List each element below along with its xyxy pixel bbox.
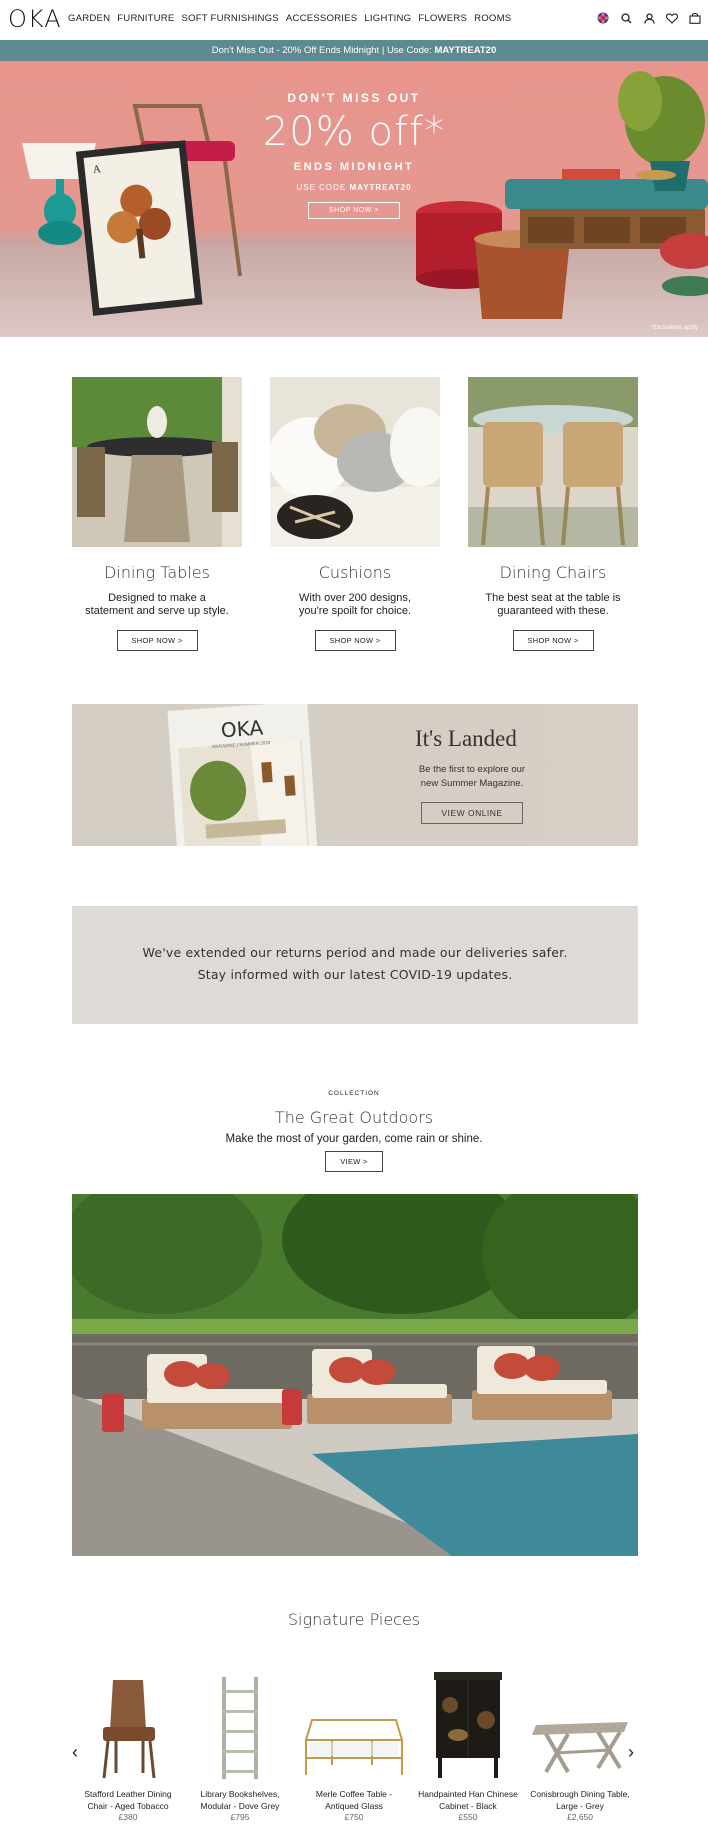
collection-kicker: COLLECTION — [328, 1090, 380, 1097]
product-name-line-2: Antiqued Glass — [325, 1801, 383, 1811]
category-card-cushions: Cushions With over 200 designs, you're sp… — [270, 377, 440, 651]
search-icon[interactable] — [619, 11, 633, 25]
view-collection-button[interactable]: VIEW > — [325, 1151, 383, 1172]
nav-item-rooms[interactable]: ROOMS — [474, 13, 511, 24]
product-name: Conisbrough Dining Table, Large - Grey — [525, 1788, 635, 1812]
hero-banner[interactable]: A DON'T MISS OUT 20% off* ENDS MIDNIGHT … — [0, 61, 708, 337]
product-name-line-2: Chair - Aged Tobacco — [87, 1801, 169, 1811]
hero-kicker: DON'T MISS OUT — [287, 91, 421, 105]
account-icon[interactable] — [642, 11, 656, 25]
dining-tables-image[interactable] — [72, 377, 242, 547]
product-name-line-1: Conisbrough Dining Table, — [530, 1789, 630, 1799]
magazine-title: It's Landed — [415, 726, 517, 751]
collection-title: The Great Outdoors — [274, 1108, 434, 1127]
product-price: £550 — [458, 1812, 478, 1822]
view-online-button[interactable]: VIEW ONLINE — [421, 802, 523, 824]
nav-item-flowers[interactable]: FLOWERS — [418, 13, 467, 24]
magazine-text: Be the first to explore our new Summer Ma… — [402, 763, 542, 791]
site-header: OKA GARDEN FURNITURE SOFT FURNISHINGS AC… — [0, 0, 708, 40]
notice-line-1: We've extended our returns period and ma… — [142, 945, 568, 960]
product-name-line-1: Library Bookshelves, — [200, 1789, 280, 1799]
category-title: Cushions — [318, 563, 392, 582]
hero-code: MAYTREAT20 — [349, 183, 412, 192]
nav-item-garden[interactable]: GARDEN — [68, 13, 110, 24]
product-name: Stafford Leather Dining Chair - Aged Toba… — [73, 1788, 183, 1812]
nav-item-furniture[interactable]: FURNITURE — [117, 13, 174, 24]
outdoors-image[interactable] — [72, 1194, 638, 1556]
product-name: Library Bookshelves, Modular - Dove Grey — [185, 1788, 295, 1812]
product-name-line-2: Cabinet - Black — [439, 1801, 497, 1811]
product-image[interactable] — [73, 1670, 183, 1780]
oka-logo[interactable]: OKA — [8, 5, 62, 33]
product-card[interactable]: Stafford Leather Dining Chair - Aged Toba… — [73, 1670, 183, 1822]
category-desc: With over 200 designs, you're spoilt for … — [270, 592, 440, 618]
signature-title: Signature Pieces — [287, 1610, 421, 1629]
product-image[interactable] — [185, 1670, 295, 1780]
product-name-line-1: Handpainted Han Chinese — [418, 1789, 518, 1799]
cushions-image[interactable] — [270, 377, 440, 547]
product-price: £380 — [118, 1812, 138, 1822]
hero-copy: DON'T MISS OUT 20% off* ENDS MIDNIGHT US… — [0, 91, 708, 219]
collection-subtitle: Make the most of your garden, come rain … — [225, 1133, 483, 1145]
hero-headline: 20% off* — [262, 109, 446, 155]
shop-cushions-button[interactable]: SHOP NOW > — [314, 630, 396, 651]
product-card[interactable]: Library Bookshelves, Modular - Dove Grey … — [185, 1670, 295, 1822]
promo-bar[interactable]: Don't Miss Out - 20% Off Ends Midnight |… — [0, 40, 708, 61]
basket-icon[interactable] — [688, 11, 702, 25]
product-price: £750 — [344, 1812, 364, 1822]
hero-code-line: USE CODE MAYTREAT20 — [0, 183, 708, 192]
product-name-line-1: Merle Coffee Table - — [315, 1789, 393, 1799]
product-name-line-2: Large - Grey — [556, 1801, 604, 1811]
category-card-dining-chairs: Dining Chairs The best seat at the table… — [468, 377, 638, 651]
category-desc-line-2: you're spoilt for choice. — [298, 605, 412, 617]
product-image[interactable] — [525, 1670, 635, 1780]
product-name: Merle Coffee Table - Antiqued Glass — [299, 1788, 409, 1812]
product-card[interactable]: Merle Coffee Table - Antiqued Glass £750 — [299, 1670, 409, 1822]
shop-dining-chairs-button[interactable]: SHOP NOW > — [512, 630, 594, 651]
magazine-cover-image: OKA MAGAZINE | SUMMER 2020 — [167, 704, 318, 846]
category-desc-line-1: The best seat at the table is — [485, 592, 621, 604]
promo-code: MAYTREAT20 — [434, 45, 497, 56]
promo-text: Don't Miss Out - 20% Off Ends Midnight |… — [211, 45, 432, 56]
category-title: Dining Tables — [104, 563, 210, 582]
hero-code-label: USE CODE — [296, 183, 347, 192]
category-desc: Designed to make a statement and serve up… — [72, 592, 242, 618]
category-card-dining-tables: Dining Tables Designed to make a statemen… — [72, 377, 242, 651]
dining-chairs-image[interactable] — [468, 377, 638, 547]
hero-subline: ENDS MIDNIGHT — [293, 161, 415, 173]
product-price: £2,650 — [567, 1812, 593, 1822]
notice-line-2: Stay informed with our latest COVID-19 u… — [197, 967, 513, 982]
category-desc-line-1: Designed to make a — [108, 592, 206, 604]
product-name-line-1: Stafford Leather Dining — [84, 1789, 172, 1799]
product-card[interactable]: Conisbrough Dining Table, Large - Grey £2… — [525, 1670, 635, 1822]
product-name: Handpainted Han Chinese Cabinet - Black — [413, 1788, 523, 1812]
category-desc-line-2: guaranteed with these. — [497, 605, 609, 617]
category-desc: The best seat at the table is guaranteed … — [468, 592, 638, 618]
nav-item-lighting[interactable]: LIGHTING — [364, 13, 411, 24]
product-image[interactable] — [413, 1670, 523, 1780]
header-icons — [596, 11, 702, 25]
uk-flag-icon[interactable] — [596, 11, 610, 25]
main-nav: GARDEN FURNITURE SOFT FURNISHINGS ACCESS… — [68, 13, 511, 24]
magazine-text-line-1: Be the first to explore our — [418, 764, 526, 775]
collection-section: COLLECTION The Great Outdoors Make the m… — [0, 1090, 708, 1172]
product-name-line-2: Modular - Dove Grey — [200, 1801, 280, 1811]
heart-icon[interactable] — [665, 11, 679, 25]
covid-notice[interactable]: We've extended our returns period and ma… — [72, 906, 638, 1024]
product-card[interactable]: Handpainted Han Chinese Cabinet - Black £… — [413, 1670, 523, 1822]
category-title: Dining Chairs — [499, 563, 607, 582]
product-image[interactable] — [299, 1670, 409, 1780]
hero-shop-now-button[interactable]: SHOP NOW > — [308, 202, 400, 219]
magazine-banner[interactable]: OKA MAGAZINE | SUMMER 2020 It's Landed B… — [72, 704, 638, 846]
magazine-cover-logo: OKA — [220, 715, 264, 742]
product-price: £795 — [230, 1812, 250, 1822]
magazine-text-line-2: new Summer Magazine. — [420, 778, 524, 789]
shop-dining-tables-button[interactable]: SHOP NOW > — [116, 630, 198, 651]
nav-item-accessories[interactable]: ACCESSORIES — [286, 13, 358, 24]
category-desc-line-1: With over 200 designs, — [299, 592, 411, 604]
nav-item-soft-furnishings[interactable]: SOFT FURNISHINGS — [181, 13, 278, 24]
hero-fine-print: *Exclusions apply — [650, 325, 698, 331]
category-desc-line-2: statement and serve up style. — [85, 605, 229, 617]
